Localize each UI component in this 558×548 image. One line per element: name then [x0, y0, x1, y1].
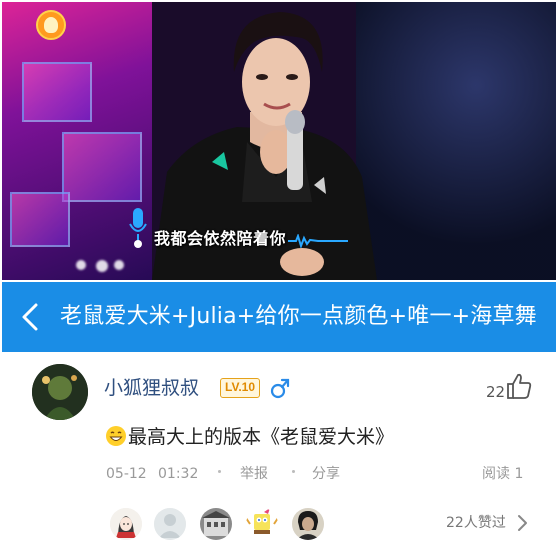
chevron-left-icon[interactable]: [16, 302, 46, 332]
like-count: 22: [486, 383, 506, 401]
divider-dot: [218, 470, 221, 473]
divider-dot: [292, 470, 295, 473]
report-button[interactable]: 举报: [240, 465, 268, 483]
voice-wave-icon: [288, 234, 348, 248]
microphone-icon: [129, 208, 147, 248]
male-icon: [270, 378, 290, 399]
comment-date: 05-12: [106, 466, 147, 482]
lyric-upcoming: 依然陪着你: [203, 229, 287, 248]
avatar[interactable]: [32, 364, 88, 420]
lyric-display: 我都会依然陪着你: [128, 208, 348, 258]
read-count: 阅读 1: [482, 466, 524, 482]
song-title-bar: 老鼠爱大米+Julia+给你一点颜色+唯一+海草舞: [2, 282, 556, 352]
mango-tv-logo: [36, 10, 66, 40]
level-badge: LV.10: [220, 378, 261, 398]
share-button[interactable]: 分享: [312, 465, 340, 483]
video-player[interactable]: 我都会依然陪着你: [2, 2, 556, 280]
liker-avatar[interactable]: [292, 508, 324, 540]
liker-avatar[interactable]: [246, 508, 278, 540]
liker-avatar[interactable]: [110, 508, 142, 540]
comment-time: 01:32: [158, 466, 199, 482]
thumb-up-icon[interactable]: [506, 372, 532, 400]
grinning-face-emoji: [106, 426, 126, 446]
comment-body: 最高大上的版本《老鼠爱大米》: [106, 424, 394, 450]
chevron-right-icon[interactable]: [516, 514, 528, 532]
liker-avatar[interactable]: [200, 508, 232, 540]
lyric-sung: 我都会: [154, 229, 204, 248]
lyric-line: 我都会依然陪着你: [154, 230, 286, 248]
username[interactable]: 小狐狸叔叔: [104, 376, 199, 400]
song-title: 老鼠爱大米+Julia+给你一点颜色+唯一+海草舞: [60, 304, 537, 329]
liker-avatar[interactable]: [154, 508, 186, 540]
likes-summary[interactable]: 22人赞过: [446, 514, 506, 532]
comment-text: 最高大上的版本《老鼠爱大米》: [128, 426, 395, 448]
